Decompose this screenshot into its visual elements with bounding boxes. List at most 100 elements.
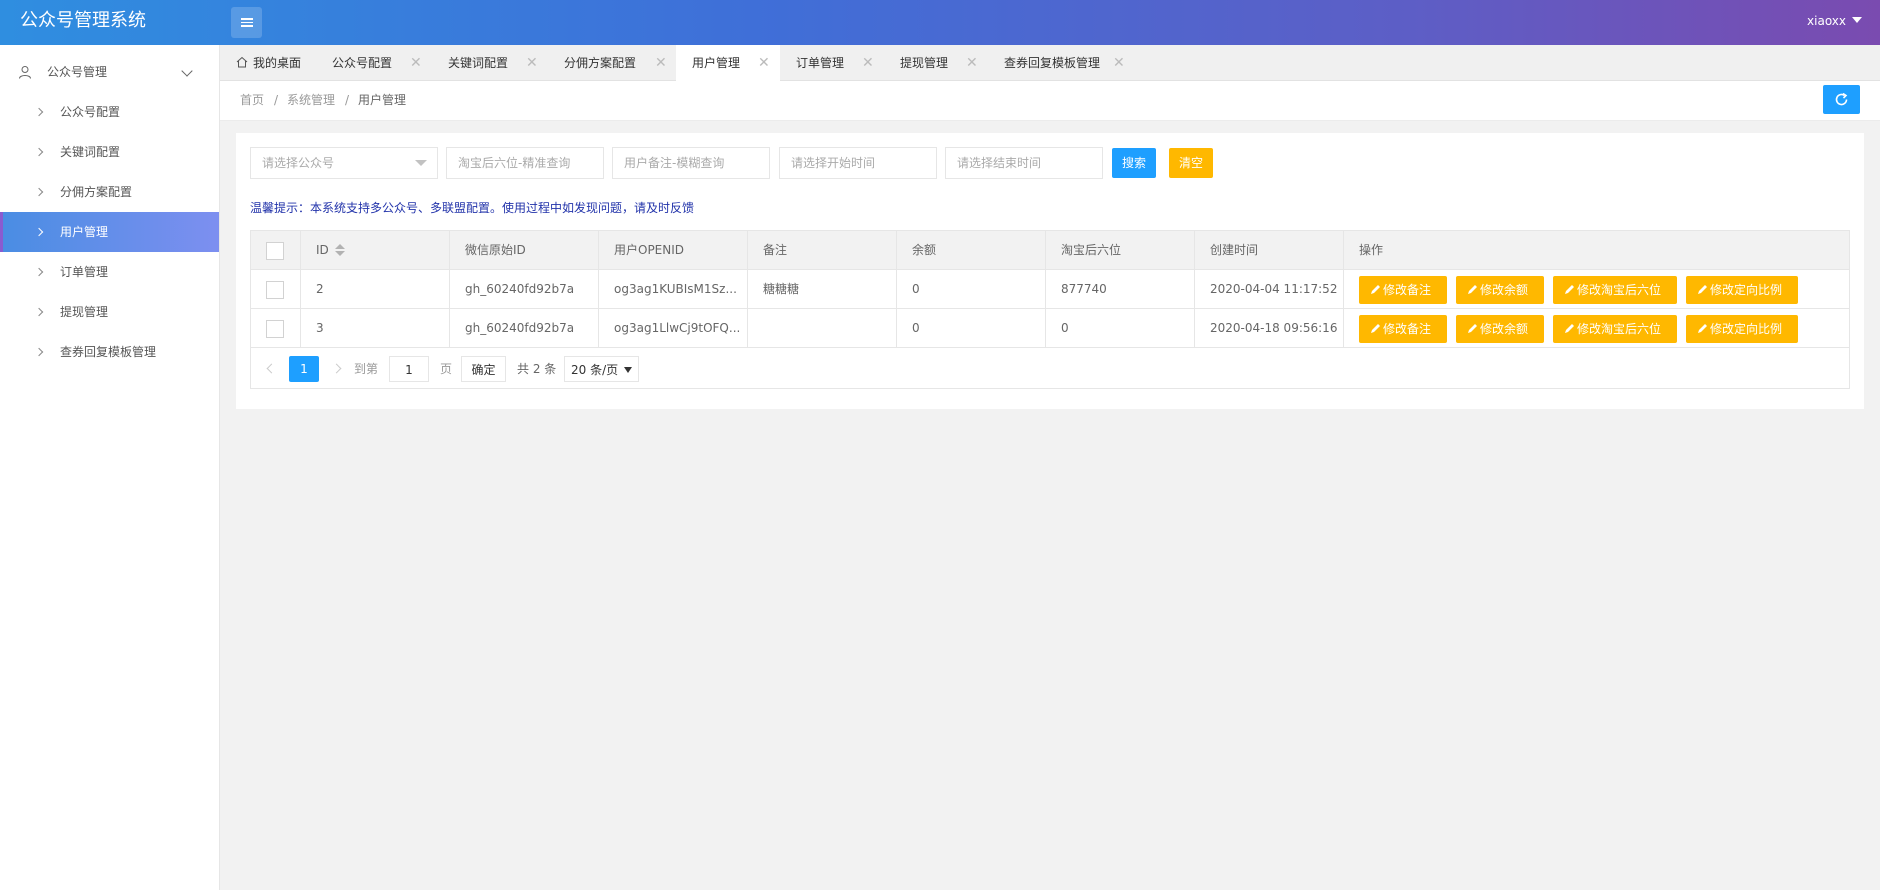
- total-count: 共 2 条: [517, 362, 557, 376]
- top-header: 公众号管理系统 xiaoxx: [0, 0, 1880, 45]
- tab-users[interactable]: 用户管理 ✕: [676, 45, 780, 81]
- account-select[interactable]: 请选择公众号: [250, 147, 438, 179]
- sidebar-item-label: 提现管理: [60, 305, 109, 319]
- sort-icon[interactable]: [334, 244, 345, 256]
- sidebar-item-label: 用户管理: [60, 225, 109, 239]
- tab-commission-config[interactable]: 分佣方案配置 ✕: [548, 45, 676, 81]
- close-icon[interactable]: ✕: [1113, 45, 1125, 81]
- chevron-right-icon: [34, 347, 44, 357]
- tab-account-config[interactable]: 公众号配置 ✕: [316, 45, 432, 81]
- tab-coupon-templates[interactable]: 查券回复模板管理 ✕: [988, 45, 1134, 81]
- close-icon[interactable]: ✕: [410, 45, 422, 81]
- close-icon[interactable]: ✕: [655, 45, 667, 81]
- chevron-right-icon: [34, 107, 44, 117]
- tab-label: 用户管理: [692, 56, 741, 70]
- tab-label: 分佣方案配置: [564, 56, 637, 70]
- next-page-icon[interactable]: [333, 356, 341, 382]
- close-icon[interactable]: ✕: [966, 45, 978, 81]
- goto-label: 到第: [354, 362, 379, 376]
- breadcrumb-separator: /: [345, 93, 350, 107]
- column-openid: 用户OPENID: [599, 231, 748, 269]
- close-icon[interactable]: ✕: [862, 45, 874, 81]
- cell-created: 2020-04-18 09:56:16: [1195, 309, 1344, 347]
- close-icon[interactable]: ✕: [526, 45, 538, 81]
- sidebar-item-orders[interactable]: 订单管理: [0, 252, 219, 292]
- page-size-select[interactable]: 20 条/页: [564, 356, 639, 382]
- sidebar-item-label: 订单管理: [60, 265, 109, 279]
- column-id[interactable]: ID: [301, 231, 450, 269]
- column-remark: 备注: [748, 231, 897, 269]
- dropdown-arrow-icon: [624, 367, 632, 373]
- pencil-icon: [1698, 285, 1707, 294]
- tab-keyword-config[interactable]: 关键词配置 ✕: [432, 45, 548, 81]
- users-table: ID 微信原始ID 用户OPENID 备注 余额 淘宝后六位 创建时间 操作 2…: [250, 230, 1850, 389]
- remark-input[interactable]: 用户备注-模糊查询: [612, 147, 770, 179]
- cell-balance: 0: [897, 309, 1046, 347]
- sidebar-group-label: 公众号管理: [47, 65, 108, 79]
- column-wx-id: 微信原始ID: [450, 231, 599, 269]
- tab-withdrawals[interactable]: 提现管理 ✕: [884, 45, 988, 81]
- sidebar-item-account-config[interactable]: 公众号配置: [0, 92, 219, 132]
- sidebar-group-account[interactable]: 公众号管理: [0, 52, 219, 92]
- edit-balance-button[interactable]: 修改余额: [1456, 315, 1544, 343]
- dropdown-arrow-icon: [415, 160, 427, 166]
- chevron-right-icon: [34, 187, 44, 197]
- cell-id: 3: [301, 309, 450, 347]
- sidebar-item-label: 查券回复模板管理: [60, 345, 157, 359]
- edit-balance-button[interactable]: 修改余额: [1456, 276, 1544, 304]
- chevron-down-icon: [181, 65, 193, 77]
- home-icon: [236, 56, 248, 68]
- row-checkbox[interactable]: [266, 281, 284, 299]
- edit-remark-button[interactable]: 修改备注: [1359, 276, 1447, 304]
- start-time-input[interactable]: 请选择开始时间: [779, 147, 937, 179]
- pencil-icon: [1468, 285, 1477, 294]
- row-checkbox[interactable]: [266, 320, 284, 338]
- edit-ratio-button[interactable]: 修改定向比例: [1686, 315, 1798, 343]
- sidebar-item-withdrawals[interactable]: 提现管理: [0, 292, 219, 332]
- table-row: 3 gh_60240fd92b7a og3ag1LlwCj9tOFQ... 0 …: [251, 309, 1849, 348]
- cell-openid: og3ag1LlwCj9tOFQ...: [599, 309, 748, 347]
- cell-wx-id: gh_60240fd92b7a: [450, 270, 599, 308]
- edit-taobao-button[interactable]: 修改淘宝后六位: [1553, 315, 1677, 343]
- close-icon[interactable]: ✕: [758, 45, 770, 81]
- search-button[interactable]: 搜索: [1112, 148, 1156, 178]
- user-menu[interactable]: xiaoxx: [1807, 0, 1862, 45]
- edit-remark-button[interactable]: 修改备注: [1359, 315, 1447, 343]
- tab-label: 订单管理: [796, 56, 845, 70]
- input-placeholder: 请选择开始时间: [791, 156, 876, 170]
- table-header: ID 微信原始ID 用户OPENID 备注 余额 淘宝后六位 创建时间 操作: [251, 231, 1849, 270]
- breadcrumb-system[interactable]: 系统管理: [287, 81, 335, 119]
- taobao-six-input[interactable]: 淘宝后六位-精准查询: [446, 147, 604, 179]
- pencil-icon: [1565, 324, 1574, 333]
- goto-confirm-button[interactable]: 确定: [461, 356, 506, 382]
- cell-wx-id: gh_60240fd92b7a: [450, 309, 599, 347]
- tab-orders[interactable]: 订单管理 ✕: [780, 45, 884, 81]
- cell-openid: og3ag1KUBIsM1Sz...: [599, 270, 748, 308]
- select-placeholder: 请选择公众号: [262, 156, 335, 170]
- chevron-right-icon: [34, 267, 44, 277]
- user-icon: [19, 66, 31, 79]
- goto-page-input[interactable]: 1: [389, 356, 429, 382]
- tab-label: 关键词配置: [448, 56, 509, 70]
- input-placeholder: 请选择结束时间: [957, 156, 1042, 170]
- cell-remark: [748, 309, 897, 347]
- sidebar: 公众号管理 公众号配置 关键词配置 分佣方案配置 用户管理 订单管理 提现管理 …: [0, 45, 220, 890]
- sidebar-item-keyword-config[interactable]: 关键词配置: [0, 132, 219, 172]
- clear-button[interactable]: 清空: [1169, 148, 1213, 178]
- tab-desktop[interactable]: 我的桌面: [220, 45, 316, 81]
- breadcrumb-home[interactable]: 首页: [240, 81, 264, 119]
- sidebar-item-coupon-templates[interactable]: 查券回复模板管理: [0, 332, 219, 372]
- refresh-button[interactable]: [1823, 85, 1860, 114]
- edit-taobao-button[interactable]: 修改淘宝后六位: [1553, 276, 1677, 304]
- sidebar-item-users[interactable]: 用户管理: [0, 212, 219, 252]
- page-current[interactable]: 1: [289, 356, 319, 382]
- end-time-input[interactable]: 请选择结束时间: [945, 147, 1103, 179]
- menu-toggle-button[interactable]: [231, 7, 262, 38]
- column-actions: 操作: [1359, 243, 1384, 257]
- prev-page-icon[interactable]: [265, 356, 273, 382]
- sidebar-item-commission-config[interactable]: 分佣方案配置: [0, 172, 219, 212]
- sidebar-item-label: 公众号配置: [60, 105, 121, 119]
- pencil-icon: [1371, 324, 1380, 333]
- edit-ratio-button[interactable]: 修改定向比例: [1686, 276, 1798, 304]
- select-all-checkbox[interactable]: [266, 242, 284, 260]
